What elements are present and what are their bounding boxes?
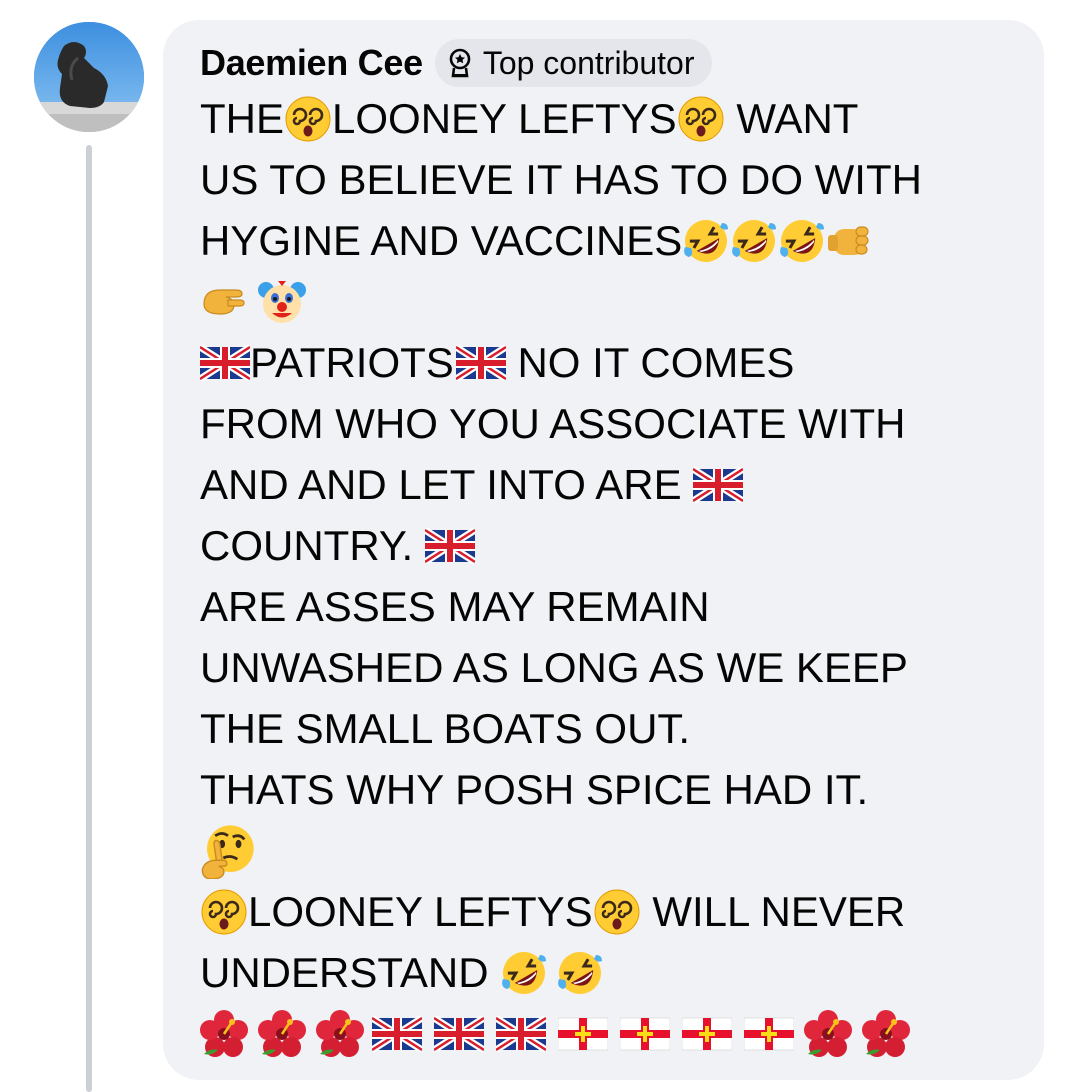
uk-flag-icon — [434, 1016, 484, 1052]
text-segment: US TO BELIEVE IT HAS TO DO WITH — [200, 156, 922, 203]
text-segment: THE — [200, 95, 284, 142]
uk-flag-icon — [372, 1016, 422, 1052]
text-line: FROM WHO YOU ASSOCIATE WITH — [200, 393, 1000, 454]
statue-photo-icon — [34, 22, 144, 132]
text-line: COUNTRY. — [200, 515, 1000, 576]
text-segment: COUNTRY. — [200, 522, 425, 569]
hibiscus-icon — [200, 1010, 248, 1058]
text-segment: FROM WHO YOU ASSOCIATE WITH — [200, 400, 906, 447]
guernsey-flag-icon — [558, 1016, 608, 1052]
text-segment: ARE ASSES MAY REMAIN — [200, 583, 710, 630]
rolling-laughing-icon — [682, 217, 730, 265]
text-segment: UNDERSTAND — [200, 949, 501, 996]
text-segment: LOONEY LEFTYS — [332, 95, 677, 142]
text-segment: THE SMALL BOATS OUT. — [200, 705, 691, 752]
emoji-line — [200, 1003, 1000, 1064]
text-segment: UNWASHED AS LONG AS WE KEEP — [200, 644, 908, 691]
text-line: THATS WHY POSH SPICE HAD IT. — [200, 759, 1000, 820]
thinking-face-icon — [200, 823, 256, 879]
author-name[interactable]: Daemien Cee — [200, 42, 423, 84]
rolling-laughing-icon — [730, 217, 778, 265]
text-line: UNWASHED AS LONG AS WE KEEP — [200, 637, 1000, 698]
rolling-laughing-icon — [778, 217, 826, 265]
pinching-hand-icon — [200, 278, 248, 326]
comment-header: Daemien Cee Top contributor — [200, 38, 1008, 88]
reply-thread-line — [86, 145, 92, 1092]
dizzy-face-icon — [677, 95, 725, 143]
hibiscus-icon — [316, 1010, 364, 1058]
hibiscus-icon — [804, 1010, 852, 1058]
text-segment: WILL NEVER — [640, 888, 906, 935]
text-line: ARE ASSES MAY REMAIN — [200, 576, 1000, 637]
text-line: THE SMALL BOATS OUT. — [200, 698, 1000, 759]
avatar[interactable] — [34, 22, 144, 132]
guernsey-flag-icon — [620, 1016, 670, 1052]
uk-flag-icon — [456, 345, 506, 381]
dizzy-face-icon — [200, 888, 248, 936]
text-line: HYGINE AND VACCINES — [200, 210, 1000, 271]
oncoming-fist-icon — [826, 217, 874, 265]
uk-flag-icon — [693, 467, 743, 503]
comment-bubble: Daemien Cee Top contributor THE LOONEY L… — [163, 20, 1044, 1080]
text-line: US TO BELIEVE IT HAS TO DO WITH — [200, 149, 1000, 210]
text-line: THE LOONEY LEFTYS WANT — [200, 88, 1000, 149]
comment-thread-view: Daemien Cee Top contributor THE LOONEY L… — [0, 0, 1079, 1092]
text-segment: LOONEY LEFTYS — [248, 888, 593, 935]
text-segment: NO IT COMES — [505, 339, 795, 386]
uk-flag-icon — [496, 1016, 546, 1052]
hibiscus-icon — [862, 1010, 910, 1058]
emoji-line — [200, 271, 1000, 332]
text-segment: PATRIOTS — [250, 339, 454, 386]
text-segment: WANT — [724, 95, 859, 142]
dizzy-face-icon — [593, 888, 641, 936]
emoji-line — [200, 820, 1000, 881]
text-line: AND AND LET INTO ARE — [200, 454, 1000, 515]
badge-label: Top contributor — [482, 44, 695, 81]
clown-face-icon — [258, 278, 306, 326]
text-line: LOONEY LEFTYS WILL NEVER — [200, 881, 1000, 942]
rolling-laughing-icon — [556, 949, 604, 997]
rolling-laughing-icon — [500, 949, 548, 997]
text-line: PATRIOTS NO IT COMES — [200, 332, 1000, 393]
badge-icon — [449, 48, 471, 78]
uk-flag-icon — [425, 528, 475, 564]
text-segment: HYGINE AND VACCINES — [200, 217, 683, 264]
text-line: UNDERSTAND — [200, 942, 1000, 1003]
hibiscus-icon — [258, 1010, 306, 1058]
text-segment: AND AND LET INTO ARE — [200, 461, 694, 508]
top-contributor-badge[interactable]: Top contributor — [434, 39, 713, 87]
text-segment: THATS WHY POSH SPICE HAD IT. — [200, 766, 869, 813]
guernsey-flag-icon — [682, 1016, 732, 1052]
dizzy-face-icon — [284, 95, 332, 143]
guernsey-flag-icon — [744, 1016, 794, 1052]
uk-flag-icon — [200, 345, 250, 381]
comment-body: THE LOONEY LEFTYS WANT US TO BELIEVE IT … — [200, 88, 1000, 1064]
